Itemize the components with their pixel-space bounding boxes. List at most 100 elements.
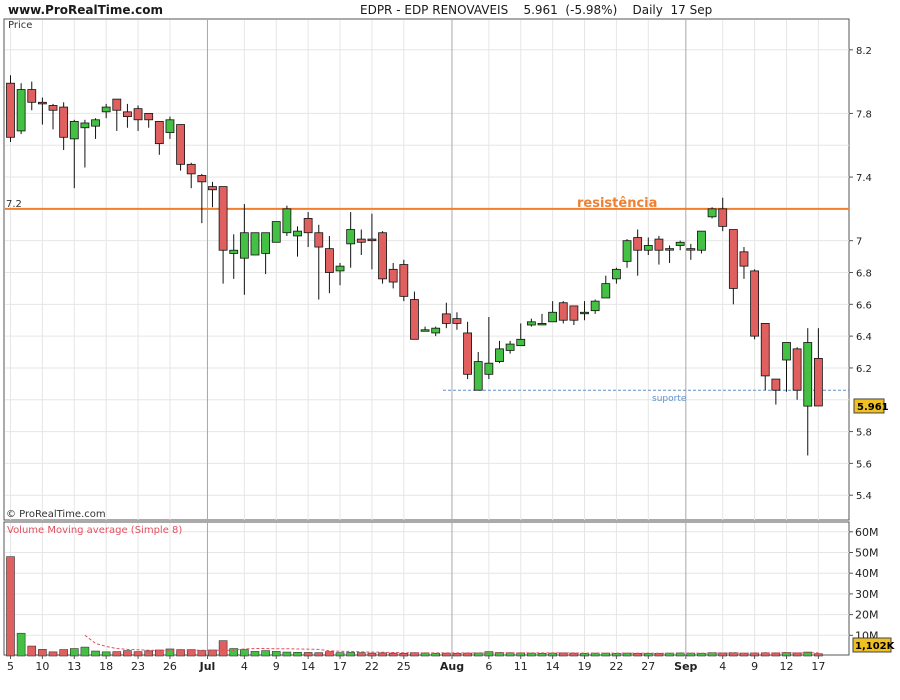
- x-tick-label: 26: [163, 660, 177, 673]
- candle-down: [654, 238, 664, 251]
- volume-bar: [378, 652, 387, 657]
- candle-up: [431, 327, 441, 334]
- candle-up: [250, 232, 260, 256]
- candle-down: [112, 98, 122, 111]
- candle-up: [697, 230, 706, 251]
- candle-up: [293, 230, 302, 237]
- candle-down: [739, 251, 749, 267]
- candle-down: [356, 238, 366, 243]
- candle-down: [27, 89, 37, 103]
- volume-bar: [112, 651, 122, 657]
- x-tick-label: 22: [609, 660, 623, 673]
- x-tick-label: 4: [241, 660, 248, 673]
- candle: [378, 231, 387, 284]
- candle-up: [495, 348, 504, 362]
- volume-indicator-label: Volume Moving average (Simple 8): [7, 525, 182, 536]
- price-tick-label: 7.4: [856, 173, 872, 184]
- candle: [558, 301, 568, 324]
- price-label: Price: [8, 20, 32, 31]
- volume-bar: [80, 646, 90, 657]
- candle-down: [750, 270, 759, 337]
- support-label: suporte: [652, 394, 687, 404]
- resistance-label: resistência: [577, 196, 657, 211]
- candle-up: [239, 232, 249, 259]
- candle-down: [186, 163, 196, 175]
- volume-bar: [463, 652, 472, 657]
- volume-bar: [282, 651, 292, 657]
- volume-bar: [69, 648, 79, 657]
- candle-up: [271, 221, 281, 243]
- volume-bar: [250, 651, 260, 657]
- volume-bar: [569, 652, 579, 657]
- volume-bar: [208, 649, 217, 657]
- volume-tick-label: 60M: [855, 526, 879, 539]
- candle-down: [388, 268, 398, 283]
- candle-down: [378, 232, 387, 280]
- current-volume-label: 1,102K: [855, 641, 896, 652]
- candle-down: [441, 313, 451, 324]
- watermark: © ProRealTime.com: [6, 509, 106, 520]
- candle-down: [569, 305, 579, 321]
- volume-bar: [325, 651, 334, 657]
- volume-bar: [144, 650, 153, 657]
- price-tick-label: 6.2: [856, 364, 872, 375]
- candle-down: [410, 299, 419, 340]
- candle-down: [208, 186, 217, 191]
- volume-bar: [452, 653, 462, 657]
- candle-up: [612, 268, 621, 280]
- candle-down: [197, 175, 207, 183]
- volume-bar: [527, 652, 536, 657]
- candle-down: [367, 238, 377, 242]
- candle-up: [526, 321, 536, 326]
- candle: [707, 207, 717, 219]
- x-tick-label: 19: [578, 660, 592, 673]
- candle-up: [782, 342, 791, 361]
- candle-down: [771, 378, 781, 391]
- candle-up: [537, 323, 547, 326]
- x-tick-label: 5: [7, 660, 14, 673]
- volume-bar: [633, 653, 642, 657]
- volume-bar: [16, 632, 26, 657]
- candle-down: [154, 120, 164, 145]
- volume-bar: [197, 650, 207, 657]
- x-tick-label: 25: [397, 660, 411, 673]
- candle-up: [282, 208, 292, 234]
- candle-up: [484, 362, 494, 375]
- candle-down: [144, 113, 154, 121]
- candle-down: [314, 232, 324, 248]
- candle-up: [516, 338, 526, 347]
- resistance-level-label: 7.2: [6, 199, 22, 210]
- volume-bar: [261, 650, 270, 657]
- x-tick-label: 22: [365, 660, 379, 673]
- current-price-label: 5.961: [857, 402, 889, 413]
- x-tick-label: 14: [546, 660, 560, 673]
- candle-up: [420, 329, 430, 332]
- price-tick-label: 7.8: [856, 109, 872, 120]
- volume-bar: [27, 645, 37, 657]
- candle: [697, 230, 706, 254]
- price-tick-label: 8.2: [856, 46, 872, 57]
- candle-up: [548, 311, 558, 323]
- volume-bar: [346, 652, 355, 657]
- candle-up: [643, 245, 653, 251]
- candle-up: [346, 229, 356, 245]
- volume-tick-label: 20M: [855, 609, 879, 622]
- x-tick-label: 9: [273, 660, 280, 673]
- price-tick-label: 6.6: [856, 300, 872, 311]
- volume-bar: [697, 653, 706, 657]
- candle: [250, 232, 260, 256]
- candle-up: [707, 208, 717, 218]
- site-title[interactable]: www.ProRealTime.com: [8, 3, 163, 17]
- volume-tick-label: 40M: [855, 567, 879, 580]
- x-tick-label: 14: [301, 660, 315, 673]
- volume-bar: [356, 652, 366, 657]
- candle: [399, 259, 409, 302]
- price-tick-label: 6.4: [856, 332, 872, 343]
- candle-up: [580, 311, 589, 315]
- candle-up: [229, 249, 239, 254]
- volume-bar: [314, 652, 324, 657]
- candle-down: [463, 332, 472, 375]
- candle-down: [558, 302, 568, 321]
- candle-down: [123, 111, 132, 118]
- volume-bar: [6, 556, 15, 657]
